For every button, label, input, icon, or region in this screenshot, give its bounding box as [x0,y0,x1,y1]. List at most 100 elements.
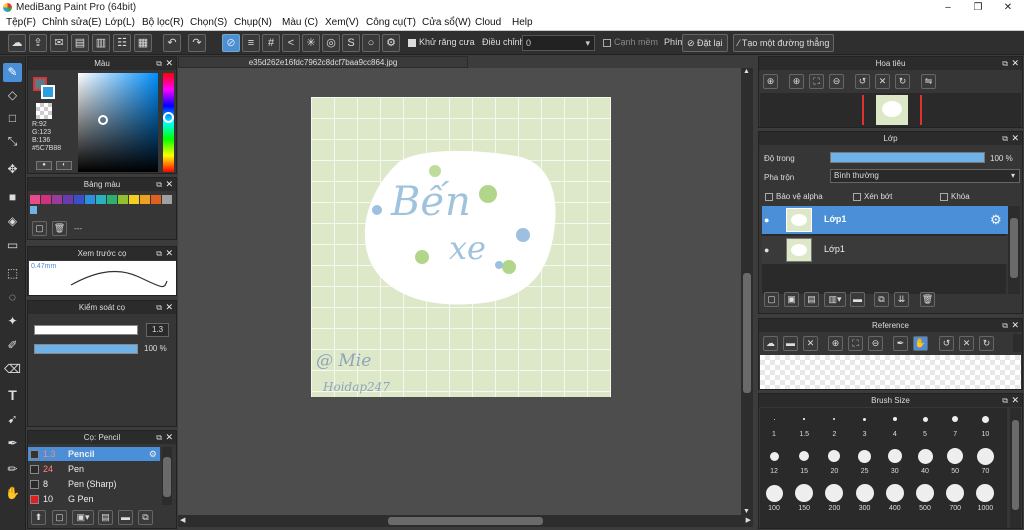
grid-snap-icon[interactable]: # [262,34,280,52]
brush-size-slider[interactable] [34,325,138,335]
document-tab[interactable]: e35d262e16fdc7962c8dcf7baa9cc864.jpg [178,56,468,68]
layer-list-scrollbar[interactable] [1008,206,1020,294]
brush-item-pen-sharp[interactable]: 8 Pen (Sharp) [28,477,160,491]
brush-size-dot[interactable] [947,448,964,464]
rotate-left-icon[interactable]: ↺ [855,74,870,89]
brush-size-dot[interactable] [833,418,836,420]
brush-size-dot[interactable] [952,416,959,422]
color-mode-button[interactable]: ● [36,161,52,170]
grid-toggle-icon[interactable]: ▦ [134,34,152,52]
menu-capture[interactable]: Chụp(N) [234,17,272,28]
select-eraser-icon[interactable]: ⌫ [3,360,22,379]
palette-swatch[interactable] [74,195,84,204]
flip-horizontal-icon[interactable]: ⇋ [921,74,936,89]
close-window-button[interactable]: ✕ [993,0,1023,15]
reset-button[interactable]: ⊘ Đặt lại [682,34,728,52]
menu-filter[interactable]: Bộ lọc(R) [142,17,184,28]
ref-fit-icon[interactable]: ⛶ [848,336,863,351]
layer-settings-icon[interactable]: ⚙ [990,212,1002,228]
add-layer-menu-icon[interactable]: ▥▾ [824,292,846,307]
menu-edit[interactable]: Chỉnh sửa(E) [42,17,102,28]
palette-swatch[interactable] [30,195,40,204]
maximize-button[interactable]: ❐ [963,0,993,15]
canvas-vscrollbar[interactable]: ▲ ▼ [741,68,753,515]
close-icon[interactable]: ✕ [1011,132,1019,145]
hand-tool-icon[interactable]: ✋ [3,484,22,503]
brush-menu-icon[interactable]: ▣▾ [72,510,94,525]
brush-settings-icon[interactable]: ⚙ [149,447,157,461]
ref-rotate-left-icon[interactable]: ↺ [939,336,954,351]
palette-swatch[interactable] [52,195,62,204]
new-8bit-layer-icon[interactable]: ▤ [804,292,819,307]
blend-mode-select[interactable]: Bình thường ▾ [830,169,1020,183]
hue-slider-handle[interactable] [163,112,174,123]
brush-size-dot[interactable] [917,448,933,464]
redo-icon[interactable]: ↷ [188,34,206,52]
operation-tool-icon[interactable]: ➹ [3,410,22,429]
undo-icon[interactable]: ↶ [163,34,181,52]
concentric-snap-icon[interactable]: ◎ [322,34,340,52]
duplicate-layer-icon[interactable]: ⧉ [874,292,889,307]
brush-size-value[interactable]: 1.3 [146,323,169,337]
page-icon[interactable]: ▤ [71,34,89,52]
palette-swatch[interactable] [85,195,95,204]
brush-size-dot[interactable] [887,449,902,463]
brush-size-dot[interactable] [803,418,805,420]
layer-opacity-slider[interactable] [830,152,985,163]
menu-file[interactable]: Tệp(F) [6,17,36,28]
layer-row-selected[interactable]: ● Lớp1 ⚙ [762,206,1008,234]
brush-size-dot[interactable] [773,418,775,420]
ref-zoom-out-icon[interactable]: ⊖ [868,336,883,351]
gradient-tool-icon[interactable]: ▭ [3,236,22,255]
comment-icon[interactable]: ✉ [50,34,68,52]
brush-size-dot[interactable] [922,416,928,422]
menu-help[interactable]: Help [512,17,533,28]
ref-reset-rotation-icon[interactable]: ✕ [959,336,974,351]
palette-swatch[interactable] [151,195,161,204]
brush-duplicate-icon[interactable]: ⧉ [138,510,153,525]
circle-snap-icon[interactable]: ○ [362,34,380,52]
protect-alpha-checkbox[interactable]: Bảo vệ alpha [765,192,823,201]
canvas-hscrollbar[interactable]: ◀ ▶ [178,515,753,527]
straight-line-button[interactable]: ⁄ Tạo một đường thẳng [733,34,835,52]
antialias-checkbox[interactable]: Khử răng cưa [408,37,475,47]
reset-rotation-icon[interactable]: ✕ [875,74,890,89]
sub-color-swatch[interactable] [41,85,55,99]
new-halftone-layer-icon[interactable]: ▣ [784,292,799,307]
sv-picker-handle[interactable] [98,115,108,125]
palette-scroll-swatch[interactable] [30,206,37,214]
brush-size-dot[interactable] [858,449,872,463]
close-reference-icon[interactable]: ✕ [803,336,818,351]
eyedropper-icon[interactable]: ✒ [3,434,22,453]
close-icon[interactable]: ✕ [1011,319,1019,332]
merge-layer-icon[interactable]: ⇊ [894,292,909,307]
dot-tool-icon[interactable]: □ [3,109,22,128]
close-icon[interactable]: ✕ [1011,394,1019,407]
magic-wand-icon[interactable]: ✦ [3,312,22,331]
ref-eyedropper-icon[interactable]: ✒ [893,336,908,351]
zoom-in-icon[interactable]: ⊕ [763,74,778,89]
ref-zoom-in-icon[interactable]: ⊕ [828,336,843,351]
select-pen-icon[interactable]: ✐ [3,336,22,355]
brush-size-dot[interactable] [825,484,844,502]
zoom-out-icon[interactable]: ⊖ [829,74,844,89]
open-reference-icon[interactable]: ☁ [763,336,778,351]
minimize-button[interactable]: ‒ [933,0,963,15]
brush-size-dot[interactable] [946,484,965,502]
visibility-eye-icon[interactable]: ● [764,215,769,225]
delete-layer-icon[interactable]: 🗑 [920,292,935,307]
document-icon[interactable]: ▥ [92,34,110,52]
list-icon[interactable]: ☷ [113,34,131,52]
visibility-eye-icon[interactable]: ● [764,245,769,255]
rotate-right-icon[interactable]: ↻ [895,74,910,89]
close-icon[interactable]: ✕ [165,247,173,260]
curve-snap-icon[interactable]: S [342,34,360,52]
brush-size-dot[interactable] [799,451,810,461]
brush-opacity-slider[interactable] [34,344,138,354]
add-color-icon[interactable]: ▢ [32,221,47,236]
move-tool-icon[interactable]: ✥ [3,160,22,179]
brush-folder-icon[interactable]: ▤ [98,510,113,525]
menu-layer[interactable]: Lớp(L) [105,17,135,28]
delete-color-icon[interactable]: 🗑 [52,221,67,236]
brush-size-dot[interactable] [828,450,841,462]
